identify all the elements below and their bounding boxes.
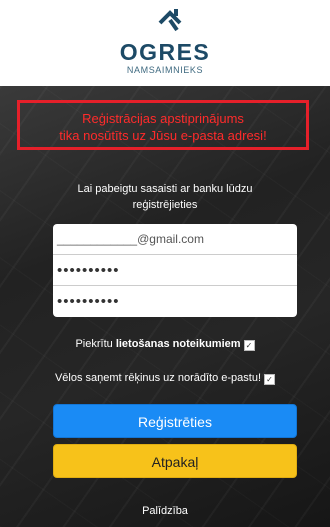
brand-subtitle: NAMSAIMNIEKS [126, 65, 204, 75]
password-field[interactable]: •••••••••• [53, 255, 297, 286]
info-text: Lai pabeigtu sasaisti ar banku lūdzu reģ… [50, 181, 280, 213]
terms-link[interactable]: lietošanas noteikumiem [116, 338, 241, 350]
terms-row: Piekrītu lietošanas noteikumiem ✓ [0, 338, 330, 351]
register-button[interactable]: Reģistrēties [53, 404, 297, 438]
invoices-row: Vēlos saņemt rēķinus uz norādīto e-pastu… [0, 372, 330, 385]
alert-line-2: tika nosūtīts uz Jūsu e-pasta adresi! [59, 128, 267, 143]
invoices-label: Vēlos saņemt rēķinus uz norādīto e-pastu… [54, 372, 262, 384]
info-line-2: reģistrējieties [132, 199, 198, 211]
terms-checkbox[interactable]: ✓ [243, 340, 255, 351]
invoices-checkbox[interactable]: ✓ [264, 374, 276, 385]
registration-form: ____________@gmail.com •••••••••• ••••••… [53, 224, 297, 317]
back-button[interactable]: Atpakaļ [53, 444, 297, 478]
confirmation-alert: Reģistrācijas apstiprinājums tika nosūtī… [17, 100, 309, 150]
password-repeat-field[interactable]: •••••••••• [53, 286, 297, 317]
info-line-1: Lai pabeigtu sasaisti ar banku lūdzu [77, 183, 253, 195]
help-link[interactable]: Palīdzība [0, 505, 330, 517]
terms-prefix: Piekrītu [75, 338, 116, 350]
header: OGRES NAMSAIMNIEKS [0, 0, 330, 86]
alert-line-1: Reģistrācijas apstiprinājums [82, 111, 244, 126]
registration-panel: Reģistrācijas apstiprinājums tika nosūtī… [0, 86, 330, 527]
email-field[interactable]: ____________@gmail.com [53, 224, 297, 255]
house-roof-logo-icon [158, 9, 182, 32]
brand-name: OGRES [119, 39, 211, 65]
